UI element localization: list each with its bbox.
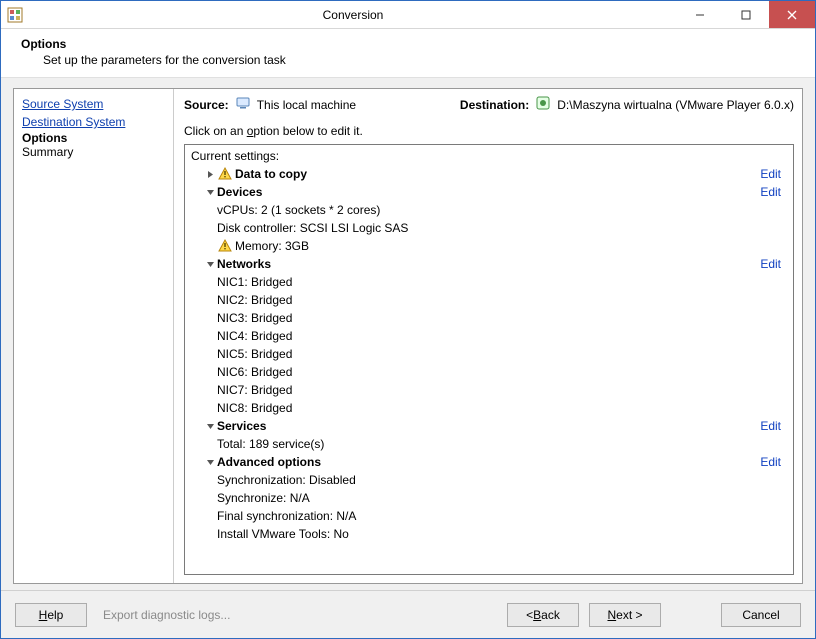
steps-sidebar: Source System Destination System Options… <box>14 89 174 583</box>
section-services[interactable]: Services Edit <box>187 417 787 435</box>
window-title: Conversion <box>29 8 677 22</box>
nic7: NIC7: Bridged <box>187 381 787 399</box>
section-data-to-copy[interactable]: Data to copy Edit <box>187 165 787 183</box>
titlebar: Conversion <box>1 1 815 29</box>
section-advanced[interactable]: Advanced options Edit <box>187 453 787 471</box>
warning-icon <box>217 166 233 182</box>
cancel-button[interactable]: Cancel <box>721 603 801 627</box>
devices-memory: Memory: 3GB <box>187 237 787 255</box>
edit-link-networks[interactable]: Edit <box>760 255 781 273</box>
dest-value: D:\Maszyna wirtualna (VMware Player 6.0.… <box>557 98 794 112</box>
sidebar-item-destination-system[interactable]: Destination System <box>22 113 165 131</box>
section-networks[interactable]: Networks Edit <box>187 255 787 273</box>
edit-link-data[interactable]: Edit <box>760 165 781 183</box>
sidebar-item-source-system[interactable]: Source System <box>22 95 165 113</box>
section-devices[interactable]: Devices Edit <box>187 183 787 201</box>
maximize-button[interactable] <box>723 1 769 28</box>
edit-link-devices[interactable]: Edit <box>760 183 781 201</box>
settings-box: Current settings: Data to copy Edit <box>184 144 794 575</box>
next-button[interactable]: Next > <box>589 603 661 627</box>
dest-label: Destination: <box>460 98 529 112</box>
advanced-final-sync: Final synchronization: N/A <box>187 507 787 525</box>
sidebar-item-options: Options <box>22 131 165 145</box>
sidebar-item-summary: Summary <box>22 145 165 159</box>
warning-icon <box>217 238 233 254</box>
expand-down-icon[interactable] <box>203 188 217 197</box>
nic4: NIC4: Bridged <box>187 327 787 345</box>
wizard-body: Source System Destination System Options… <box>1 78 815 590</box>
close-button[interactable] <box>769 1 815 28</box>
devices-vcpus: vCPUs: 2 (1 sockets * 2 cores) <box>187 201 787 219</box>
devices-disk-controller: Disk controller: SCSI LSI Logic SAS <box>187 219 787 237</box>
main-panel: Source: This local machine Destination: … <box>174 89 802 583</box>
dialog-window: Conversion Options Set up the parameters… <box>0 0 816 639</box>
vm-icon <box>535 95 551 114</box>
page-subtitle: Set up the parameters for the conversion… <box>43 53 795 67</box>
nic2: NIC2: Bridged <box>187 291 787 309</box>
edit-link-advanced[interactable]: Edit <box>760 453 781 471</box>
back-button[interactable]: < Back <box>507 603 579 627</box>
advanced-vmware-tools: Install VMware Tools: No <box>187 525 787 543</box>
wizard-header: Options Set up the parameters for the co… <box>1 29 815 78</box>
app-icon <box>7 7 23 23</box>
advanced-synchronize: Synchronize: N/A <box>187 489 787 507</box>
nic5: NIC5: Bridged <box>187 345 787 363</box>
minimize-button[interactable] <box>677 1 723 28</box>
settings-heading: Current settings: <box>187 147 787 165</box>
advanced-sync: Synchronization: Disabled <box>187 471 787 489</box>
page-title: Options <box>21 37 795 51</box>
settings-scroll[interactable]: Current settings: Data to copy Edit <box>185 145 793 574</box>
expand-down-icon[interactable] <box>203 260 217 269</box>
source-label: Source: <box>184 98 229 112</box>
expand-down-icon[interactable] <box>203 422 217 431</box>
edit-link-services[interactable]: Edit <box>760 417 781 435</box>
export-logs-hint[interactable]: Export diagnostic logs... <box>103 608 230 622</box>
services-total: Total: 189 service(s) <box>187 435 787 453</box>
source-value: This local machine <box>257 98 356 112</box>
source-dest-row: Source: This local machine Destination: … <box>184 95 794 114</box>
expand-right-icon[interactable] <box>203 170 217 179</box>
nic1: NIC1: Bridged <box>187 273 787 291</box>
computer-icon <box>235 95 251 114</box>
wizard-footer: Help Export diagnostic logs... < Back Ne… <box>1 590 815 638</box>
help-button[interactable]: Help <box>15 603 87 627</box>
nic6: NIC6: Bridged <box>187 363 787 381</box>
edit-hint: Click on an option below to edit it. <box>184 124 794 138</box>
nic8: NIC8: Bridged <box>187 399 787 417</box>
nic3: NIC3: Bridged <box>187 309 787 327</box>
expand-down-icon[interactable] <box>203 458 217 467</box>
